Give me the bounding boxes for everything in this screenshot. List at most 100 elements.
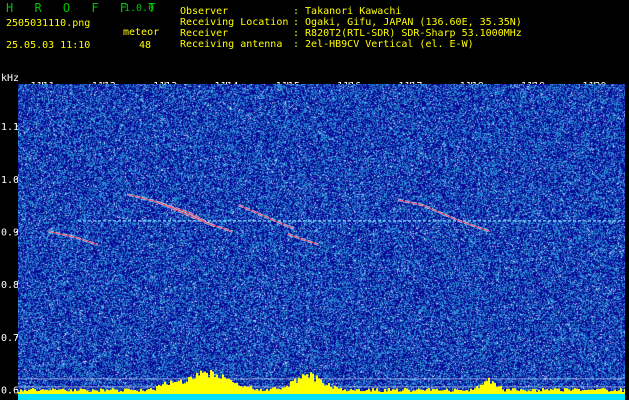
signal-bar xyxy=(150,388,152,394)
signal-bar xyxy=(312,373,314,394)
signal-bar xyxy=(370,391,372,394)
signal-bar xyxy=(372,388,374,394)
y-axis-label: kHz xyxy=(1,73,19,84)
signal-bar xyxy=(40,390,42,394)
signal-bar xyxy=(384,388,386,394)
signal-bar xyxy=(164,381,166,394)
signal-bar xyxy=(374,390,376,394)
signal-bar xyxy=(26,390,28,394)
signal-bar xyxy=(420,389,422,394)
signal-bar xyxy=(376,388,378,394)
signal-bar xyxy=(606,389,608,394)
signal-bar xyxy=(334,385,336,394)
signal-bar xyxy=(474,388,476,394)
signal-bar xyxy=(620,388,622,394)
signal-bar xyxy=(264,390,266,394)
signal-bar xyxy=(590,389,592,394)
signal-bar xyxy=(242,387,244,394)
signal-bar xyxy=(306,374,308,394)
signal-bar xyxy=(160,385,162,394)
y-tick-label: 1.0 xyxy=(1,175,19,186)
signal-bar xyxy=(454,388,456,394)
signal-bar xyxy=(76,391,78,394)
signal-bar xyxy=(480,384,482,394)
signal-bar xyxy=(402,390,404,394)
signal-bar xyxy=(82,389,84,394)
signal-bar xyxy=(354,390,356,394)
signal-bar xyxy=(268,391,270,394)
signal-bar xyxy=(448,390,450,394)
signal-bar xyxy=(530,391,532,394)
signal-bar xyxy=(328,383,330,394)
signal-bar xyxy=(300,378,302,394)
signal-bar xyxy=(270,388,272,394)
signal-bar xyxy=(338,388,340,394)
signal-bar xyxy=(110,389,112,394)
signal-bar xyxy=(466,390,468,394)
signal-bar xyxy=(544,389,546,394)
signal-bar xyxy=(592,389,594,394)
signal-bar xyxy=(610,391,612,394)
signal-bar xyxy=(446,388,448,394)
signal-bar xyxy=(570,390,572,394)
signal-bar xyxy=(286,385,288,394)
signal-bar xyxy=(408,389,410,394)
signal-bar xyxy=(104,391,106,394)
signal-bar xyxy=(392,389,394,394)
signal-bar xyxy=(574,388,576,394)
signal-bar xyxy=(368,389,370,394)
signal-bar xyxy=(94,390,96,394)
signal-bar xyxy=(564,388,566,394)
signal-bar xyxy=(182,383,184,394)
signal-bar xyxy=(320,379,322,394)
signal-bar xyxy=(580,390,582,394)
signal-bar xyxy=(434,389,436,394)
signal-bar xyxy=(520,389,522,394)
signal-bar xyxy=(460,389,462,394)
signal-bar xyxy=(472,389,474,394)
signal-bar xyxy=(504,391,506,394)
signal-bar xyxy=(144,391,146,394)
signal-bar xyxy=(584,389,586,394)
signal-bar xyxy=(514,388,516,394)
signal-bar xyxy=(400,391,402,394)
signal-bar xyxy=(282,387,284,394)
signal-bar xyxy=(108,390,110,394)
signal-bar xyxy=(332,388,334,394)
signal-bar xyxy=(50,390,52,394)
signal-bar xyxy=(426,389,428,394)
signal-bar xyxy=(608,391,610,394)
signal-bar xyxy=(28,389,30,394)
signal-bar xyxy=(284,387,286,394)
signal-bar xyxy=(48,390,50,394)
waterfall-plot[interactable] xyxy=(18,84,625,400)
signal-bar xyxy=(180,379,182,394)
signal-bar xyxy=(342,390,344,394)
signal-bar xyxy=(276,388,278,394)
signal-bar xyxy=(120,390,122,394)
signal-bar xyxy=(186,381,188,394)
signal-bar xyxy=(148,388,150,394)
signal-bar xyxy=(352,390,354,394)
signal-bar xyxy=(534,389,536,394)
signal-bar xyxy=(224,377,226,394)
signal-bar xyxy=(348,390,350,394)
signal-bar xyxy=(152,389,154,394)
signal-bar xyxy=(198,375,200,394)
signal-bar xyxy=(524,390,526,394)
signal-bar xyxy=(46,389,48,394)
signal-bar xyxy=(596,389,598,394)
signal-bar xyxy=(414,391,416,394)
signal-bar xyxy=(38,390,40,394)
signal-bar xyxy=(496,386,498,394)
signal-bar xyxy=(66,390,68,394)
signal-bar xyxy=(490,383,492,394)
signal-bar xyxy=(154,390,156,394)
signal-bar xyxy=(168,384,170,394)
signal-bar xyxy=(298,377,300,394)
signal-bar xyxy=(222,374,224,394)
signal-bar xyxy=(382,391,384,394)
signal-bar xyxy=(166,384,168,394)
signal-bar xyxy=(248,387,250,394)
signal-bar xyxy=(278,388,280,394)
